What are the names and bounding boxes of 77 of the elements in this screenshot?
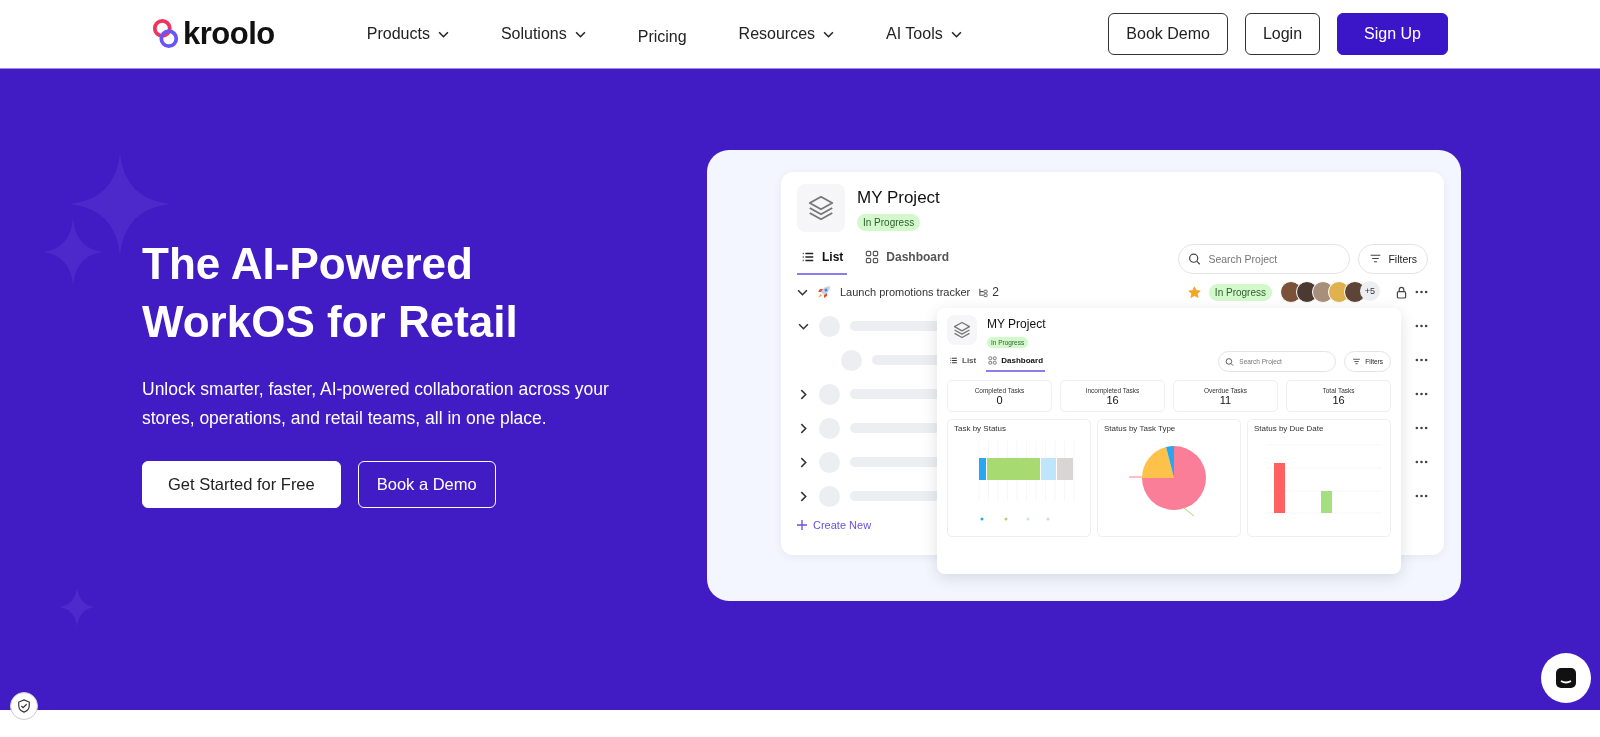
nav-link[interactable]: Products xyxy=(366,22,449,46)
chevron-down-icon xyxy=(797,322,809,330)
plus-icon xyxy=(797,520,807,530)
stat-value: 11 xyxy=(1219,393,1232,406)
legend-dot xyxy=(980,517,984,521)
more-icon[interactable] xyxy=(1415,392,1428,396)
rocket-icon xyxy=(816,284,832,300)
search-field[interactable]: Search Project xyxy=(1178,243,1351,274)
view-tab[interactable]: List xyxy=(797,242,848,275)
task-name[interactable]: Launch promotions tracker xyxy=(840,286,971,298)
shield-icon xyxy=(17,699,31,713)
nav-link[interactable]: Solutions xyxy=(500,22,586,46)
more-icon[interactable] xyxy=(1415,324,1428,328)
legend-dot xyxy=(1046,517,1050,521)
logo-wordmark[interactable]: kroolo xyxy=(183,16,275,52)
chart-bar xyxy=(1057,458,1073,480)
logo-icon[interactable] xyxy=(152,18,180,50)
more-icon[interactable] xyxy=(1415,460,1428,464)
stat-value: 16 xyxy=(1106,393,1119,406)
filter-icon xyxy=(1352,357,1362,366)
cta-button[interactable]: Book a Demo xyxy=(357,461,496,508)
chat-button[interactable] xyxy=(1541,653,1591,703)
more-icon[interactable] xyxy=(1415,290,1428,294)
star-icon[interactable] xyxy=(1187,285,1201,299)
chart-title: Task by Status xyxy=(954,424,1008,433)
grid-icon xyxy=(988,355,998,365)
list-icon xyxy=(801,250,815,264)
nav-link[interactable]: AI Tools xyxy=(886,22,962,46)
view-tab[interactable]: List xyxy=(947,351,979,372)
filter-icon xyxy=(1369,252,1383,265)
nav-link[interactable]: Pricing xyxy=(637,27,687,46)
nav-button[interactable]: Book Demo xyxy=(1108,13,1228,55)
leader-line xyxy=(1128,476,1143,478)
chat-icon xyxy=(1554,666,1578,690)
more-people-count: +5 xyxy=(1360,281,1380,301)
chart-title: Status by Due Date xyxy=(1254,424,1325,433)
view-tab[interactable]: Dashboard xyxy=(861,242,954,275)
filters-button[interactable]: Filters xyxy=(1358,243,1428,274)
chart-title: Status by Task Type xyxy=(1104,424,1177,433)
chevron-right-icon[interactable] xyxy=(799,490,807,502)
subtask-count: 2 xyxy=(978,285,999,299)
status-pill: In Progress xyxy=(1208,283,1272,301)
more-icon[interactable] xyxy=(1415,494,1428,498)
signup-button[interactable]: Sign Up xyxy=(1337,13,1448,55)
grid-icon xyxy=(865,250,880,264)
more-icon[interactable] xyxy=(1415,426,1428,430)
status-pill: In Progress xyxy=(857,214,921,231)
nav-link[interactable]: Resources xyxy=(738,22,835,46)
stat-value: 0 xyxy=(996,393,1003,406)
lock-icon[interactable] xyxy=(1396,285,1407,299)
leader-line xyxy=(1183,507,1195,517)
chart-bar xyxy=(1274,463,1285,513)
hero-title: The AI-Powered WorkOS for Retail xyxy=(142,238,519,348)
more-icon[interactable] xyxy=(1415,358,1428,362)
project-title: MY Project xyxy=(857,188,940,208)
chevron-down-icon xyxy=(950,30,962,38)
project-title: MY Project xyxy=(987,317,1046,331)
layers-icon xyxy=(806,193,836,223)
view-tab[interactable]: Dashboard xyxy=(986,351,1046,372)
search-icon xyxy=(1188,252,1202,265)
hero-subtitle: Unlock smarter, faster, AI-powered collaboration across your stores, operations, and retail teams, all in one place. xyxy=(142,378,610,430)
chevron-right-icon[interactable] xyxy=(799,388,807,400)
chevron-down-icon xyxy=(823,30,835,38)
legend-dot xyxy=(1004,517,1008,521)
chevron-down-icon xyxy=(574,30,586,38)
search-icon xyxy=(1225,357,1235,366)
cta-button[interactable]: Get Started for Free xyxy=(142,461,341,508)
create-new-button[interactable]: Create New xyxy=(797,519,872,531)
chevron-down-icon xyxy=(797,288,808,296)
legend-dot xyxy=(1026,517,1030,521)
chart-bar xyxy=(1321,491,1332,513)
chevron-right-icon[interactable] xyxy=(799,422,807,434)
nav-button[interactable]: Login xyxy=(1244,13,1321,55)
list-icon xyxy=(949,355,958,365)
stat-value: 16 xyxy=(1332,393,1345,406)
chevron-right-icon[interactable] xyxy=(799,456,807,468)
chevron-down-icon xyxy=(437,30,449,38)
